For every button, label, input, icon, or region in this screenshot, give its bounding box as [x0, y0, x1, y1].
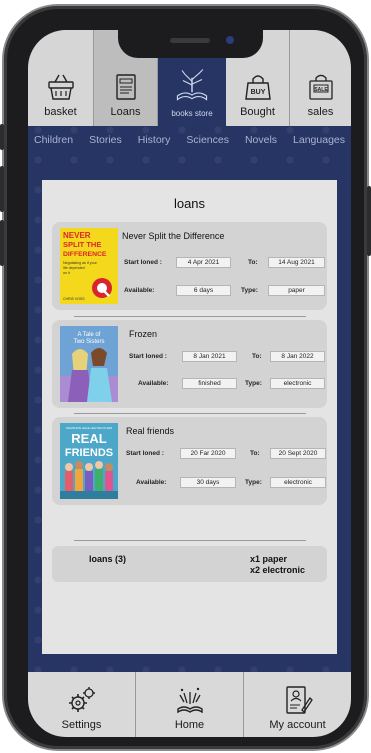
loans-count: loans (3): [89, 554, 127, 564]
nav-settings[interactable]: Settings: [28, 672, 136, 737]
to-label: To:: [248, 259, 258, 266]
start-label: Start loned :: [126, 450, 164, 457]
mute-switch: [0, 124, 4, 150]
to-label: To:: [250, 450, 260, 457]
end-date: 20 Sept 2020: [270, 448, 326, 459]
divider: [74, 413, 306, 414]
nav-my-account-label: My account: [269, 719, 326, 731]
bottom-navigation: Settings Home My account: [28, 672, 351, 737]
to-label: To:: [252, 353, 262, 360]
loan-card[interactable]: A Tale of Two Sisters Frozen Start loned…: [52, 320, 327, 408]
buy-bag-icon: BUY: [244, 75, 271, 100]
book-cover-real-friends: SHANNON HALE LEUYEN PHAM REAL FRIENDS: [60, 423, 118, 499]
account-form-icon: [285, 686, 313, 714]
loans-type-breakdown: x1 paper x2 electronic: [250, 554, 305, 576]
type-value: electronic: [270, 477, 326, 488]
svg-text:BUY: BUY: [250, 89, 265, 96]
tab-loans-label: Loans: [110, 106, 141, 118]
svg-text:SPLIT THE: SPLIT THE: [63, 240, 101, 249]
book-tree-logo-icon: [176, 69, 208, 101]
book-title: Frozen: [129, 329, 158, 339]
category-stories[interactable]: Stories: [89, 134, 122, 154]
type-label: Type:: [245, 479, 262, 486]
svg-text:on it: on it: [63, 271, 70, 275]
nav-home-label: Home: [174, 719, 205, 731]
open-book-sparkle-icon: [176, 687, 203, 714]
type-value: electronic: [270, 378, 325, 389]
loans-summary: loans (3) x1 paper x2 electronic: [52, 546, 327, 582]
loans-panel: loans NEVER SPLIT THE DIFFERENCE Negotia…: [42, 180, 337, 654]
svg-text:CHRIS VOSS: CHRIS VOSS: [63, 297, 85, 301]
divider: [74, 316, 306, 317]
available-value: finished: [182, 378, 237, 389]
nav-my-account[interactable]: My account: [244, 672, 351, 737]
tab-basket[interactable]: basket: [28, 30, 94, 126]
end-date: 8 Jan 2022: [270, 351, 325, 362]
svg-text:SALE: SALE: [314, 87, 328, 93]
svg-text:Negotiating as if your: Negotiating as if your: [63, 261, 98, 265]
gears-icon: [68, 687, 95, 712]
category-history[interactable]: History: [138, 134, 171, 154]
tab-basket-label: basket: [44, 106, 77, 118]
loan-card[interactable]: NEVER SPLIT THE DIFFERENCE Negotiating a…: [52, 222, 327, 310]
type-label: Type:: [241, 287, 258, 294]
svg-text:FRIENDS: FRIENDS: [65, 447, 113, 459]
category-children[interactable]: Children: [34, 134, 73, 154]
category-languages[interactable]: Languages: [293, 134, 345, 154]
start-label: Start loned :: [129, 353, 167, 360]
book-cover-never-split: NEVER SPLIT THE DIFFERENCE Negotiating a…: [60, 228, 118, 304]
type-label: Type:: [245, 380, 262, 387]
available-label: Available:: [136, 479, 167, 486]
available-label: Available:: [124, 287, 155, 294]
brand-name: books store: [171, 109, 213, 118]
svg-text:life depended: life depended: [63, 266, 85, 270]
power-button: [367, 186, 371, 256]
tab-sales-label: sales: [307, 106, 334, 118]
start-date: 4 Apr 2021: [176, 257, 231, 268]
svg-text:DIFFERENCE: DIFFERENCE: [63, 251, 107, 258]
tab-sales[interactable]: SALE sales: [290, 30, 351, 126]
volume-down-button: [0, 220, 4, 266]
sale-bag-icon: SALE: [308, 74, 333, 100]
basket-icon: [47, 74, 74, 100]
nav-home[interactable]: Home: [136, 672, 244, 737]
book-cover-frozen: A Tale of Two Sisters: [60, 326, 118, 402]
app-screen: basket Loans books store BUY Bought SALE…: [28, 30, 351, 737]
loans-book-icon: [115, 74, 136, 100]
svg-text:REAL: REAL: [71, 431, 106, 446]
divider: [74, 540, 306, 541]
volume-up-button: [0, 166, 4, 212]
svg-text:A Tale of: A Tale of: [78, 332, 101, 338]
start-label: Start loned :: [124, 259, 162, 266]
svg-text:SHANNON HALE LEUYEN PHAM: SHANNON HALE LEUYEN PHAM: [66, 426, 113, 430]
available-value: 6 days: [176, 285, 231, 296]
page-title: loans: [173, 196, 206, 211]
notch: [118, 30, 263, 58]
end-date: 14 Aug 2021: [268, 257, 325, 268]
start-date: 20 Far 2020: [180, 448, 236, 459]
loan-card[interactable]: SHANNON HALE LEUYEN PHAM REAL FRIENDS Re…: [52, 417, 327, 505]
available-label: Available:: [138, 380, 169, 387]
type-value: paper: [268, 285, 325, 296]
book-title: Never Split the Difference: [122, 231, 225, 241]
book-title: Real friends: [126, 426, 175, 436]
category-bar: Children Stories History Sciences Novels…: [28, 134, 351, 154]
available-value: 30 days: [180, 477, 236, 488]
tab-bought-label: Bought: [240, 106, 275, 118]
svg-text:Two Sisters: Two Sisters: [73, 339, 104, 345]
start-date: 8 Jan 2021: [182, 351, 237, 362]
phone-frame: basket Loans books store BUY Bought SALE…: [0, 6, 371, 749]
speaker: [170, 38, 210, 43]
svg-text:NEVER: NEVER: [63, 231, 91, 240]
category-sciences[interactable]: Sciences: [186, 134, 229, 154]
electronic-count: x2 electronic: [250, 565, 306, 575]
category-novels[interactable]: Novels: [245, 134, 277, 154]
paper-count: x1 paper: [250, 554, 288, 564]
front-camera: [226, 36, 234, 44]
nav-settings-label: Settings: [61, 719, 102, 731]
